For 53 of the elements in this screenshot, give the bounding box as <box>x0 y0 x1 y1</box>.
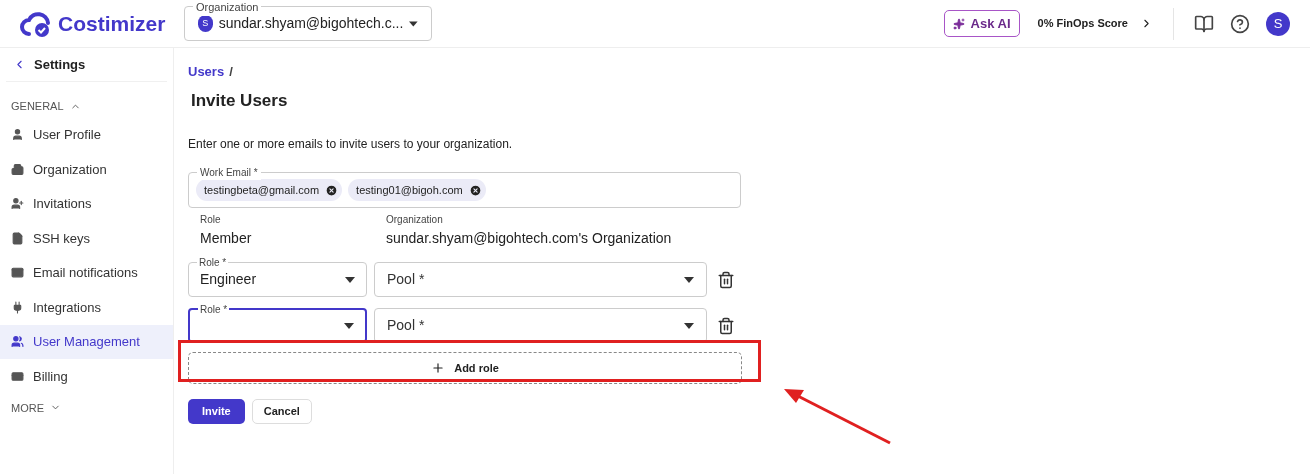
ask-ai-button[interactable]: Ask AI <box>943 10 1020 37</box>
sidebar-item[interactable]: Email notifications <box>0 255 173 290</box>
delete-icon[interactable] <box>717 270 735 289</box>
pool-placeholder: Pool * <box>387 316 426 335</box>
book-icon[interactable] <box>1194 13 1214 34</box>
breadcrumb-link[interactable]: Users <box>188 62 225 82</box>
page-title: Invite Users <box>191 89 289 112</box>
email-chip: testing01@bigoh.com <box>348 179 486 201</box>
sidebar-item[interactable]: Billing <box>0 359 173 394</box>
section-header[interactable]: MORE <box>11 399 44 416</box>
pool-select[interactable]: Pool * <box>374 262 707 297</box>
app-logo-text: Costimizer <box>58 10 166 37</box>
people-icon <box>11 335 24 349</box>
sidebar-item[interactable]: User Profile <box>0 117 173 152</box>
cancel-button[interactable]: Cancel <box>251 399 312 424</box>
field-label: Organization <box>193 0 262 16</box>
info-label: Role <box>200 213 222 227</box>
sidebar-item[interactable]: Invitations <box>0 186 173 221</box>
sidebar-item[interactable]: Organization <box>0 152 173 187</box>
role-value: Engineer <box>200 270 258 289</box>
breadcrumb-separator: / <box>229 63 233 81</box>
person-plus-icon <box>11 197 24 211</box>
person-icon <box>11 128 24 142</box>
email-chip: testingbeta@gmail.com <box>196 179 343 201</box>
org-value: sundar.shyam@bigohtech.c... <box>218 14 404 33</box>
info-value: sundar.shyam@bigohtech.com's Organization <box>386 229 672 248</box>
description-text: Enter one or more emails to invite users to your organization. <box>188 136 514 153</box>
invite-button[interactable]: Invite <box>188 399 245 424</box>
delete-icon[interactable] <box>717 316 735 335</box>
dropdown-caret-icon <box>409 20 418 27</box>
info-value: Member <box>200 229 253 248</box>
remove-chip-icon[interactable] <box>325 183 339 197</box>
sidebar-item[interactable]: Integrations <box>0 290 173 325</box>
info-label: Organization <box>386 213 444 227</box>
remove-chip-icon[interactable] <box>468 183 482 197</box>
finops-score-button[interactable]: 0% FinOps Score <box>1037 15 1153 32</box>
help-icon[interactable] <box>1230 13 1250 34</box>
settings-back-link[interactable]: Settings <box>34 54 86 75</box>
plus-icon <box>431 361 446 375</box>
dropdown-caret-icon <box>684 276 694 283</box>
pool-placeholder: Pool * <box>387 270 426 289</box>
dropdown-caret-icon <box>344 322 354 329</box>
field-label: Work Email * <box>197 165 261 180</box>
sidebar-item[interactable]: User Management <box>0 324 173 359</box>
document-icon <box>11 231 24 245</box>
section-header[interactable]: GENERAL <box>11 98 64 115</box>
user-avatar[interactable]: S <box>1266 11 1290 36</box>
sidebar-item[interactable]: SSH keys <box>0 221 173 256</box>
dropdown-caret-icon <box>345 276 355 283</box>
dropdown-caret-icon <box>684 322 694 329</box>
sparkle-icon <box>952 17 965 30</box>
add-role-button[interactable]: Add role <box>188 352 742 384</box>
plug-icon <box>11 300 24 314</box>
